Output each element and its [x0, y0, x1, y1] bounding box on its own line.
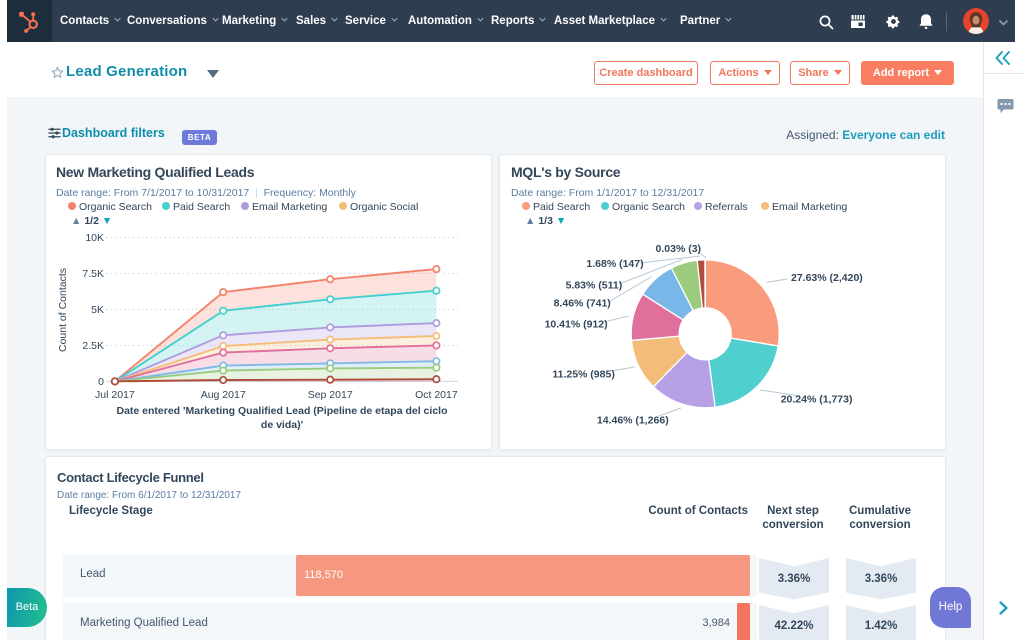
svg-text:Oct 2017: Oct 2017	[415, 389, 458, 401]
svg-text:Sep 2017: Sep 2017	[308, 389, 353, 401]
svg-text:5.83% (511): 5.83% (511)	[566, 280, 623, 292]
svg-text:10K: 10K	[85, 232, 104, 244]
svg-text:7.5K: 7.5K	[82, 268, 104, 280]
svg-text:11.25% (985): 11.25% (985)	[552, 369, 614, 381]
svg-text:14.46% (1,266): 14.46% (1,266)	[597, 415, 669, 427]
svg-text:Jul 2017: Jul 2017	[95, 389, 135, 401]
svg-text:0.03% (3): 0.03% (3)	[656, 243, 702, 255]
svg-text:Count of Contacts: Count of Contacts	[57, 268, 69, 352]
svg-text:1.68% (147): 1.68% (147)	[586, 258, 643, 270]
svg-text:2.5K: 2.5K	[82, 340, 104, 352]
svg-text:27.63% (2,420): 27.63% (2,420)	[791, 272, 863, 284]
svg-text:Aug 2017: Aug 2017	[201, 389, 246, 401]
svg-text:5K: 5K	[91, 304, 104, 316]
svg-text:20.24% (1,773): 20.24% (1,773)	[781, 393, 853, 405]
svg-text:10.41% (912): 10.41% (912)	[545, 318, 608, 330]
svg-text:8.46% (741): 8.46% (741)	[554, 297, 611, 309]
svg-text:Date entered 'Marketing Qualif: Date entered 'Marketing Qualified Lead (…	[116, 405, 447, 417]
svg-text:de vida)': de vida)'	[261, 419, 303, 431]
svg-text:0: 0	[98, 376, 104, 388]
